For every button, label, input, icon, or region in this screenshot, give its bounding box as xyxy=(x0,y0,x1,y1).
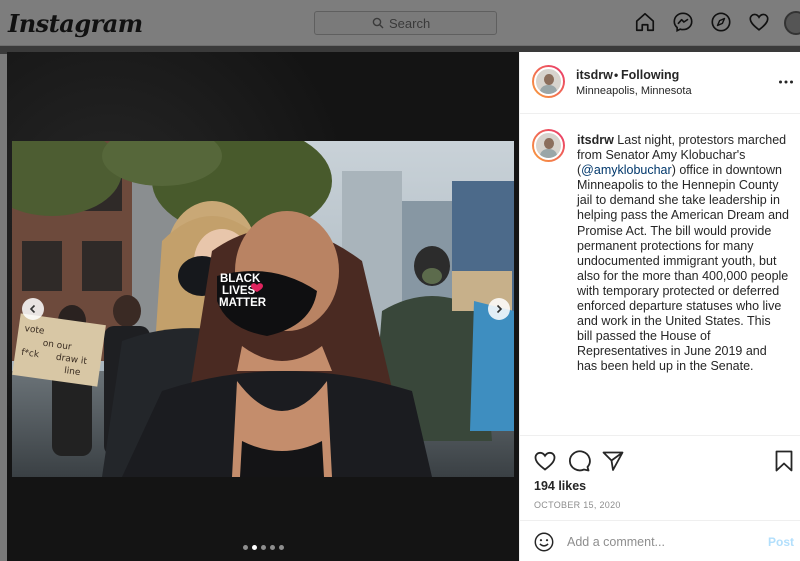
mask-text-line-1: BLACK xyxy=(220,273,261,285)
comment-input[interactable] xyxy=(567,532,757,552)
carousel-indicator xyxy=(243,545,284,550)
paper-plane-icon xyxy=(602,451,624,471)
comment-icon xyxy=(568,450,591,472)
share-button[interactable] xyxy=(601,449,625,473)
comments-section[interactable]: itsdrw Last night, protestors marched fr… xyxy=(520,115,800,435)
heart-icon[interactable] xyxy=(748,11,770,33)
previous-slide-button[interactable] xyxy=(22,298,44,320)
post-date[interactable]: OCTOBER 15, 2020 xyxy=(534,500,621,510)
post-photo[interactable]: vote on our f*ck draw it line BLACK LIVE… xyxy=(12,141,514,477)
caption-mention-link[interactable]: @amyklobuchar xyxy=(581,163,672,177)
post-caption: itsdrw Last night, protestors marched fr… xyxy=(577,133,789,375)
carousel-dot-active xyxy=(252,545,257,550)
comment-button[interactable] xyxy=(567,449,591,473)
carousel-dot xyxy=(270,545,275,550)
post-location[interactable]: Minneapolis, Minnesota xyxy=(576,85,692,97)
top-navigation: Instagram xyxy=(0,0,800,46)
explore-icon[interactable] xyxy=(710,11,732,33)
like-count[interactable]: 194 likes xyxy=(534,479,586,493)
author-avatar[interactable] xyxy=(532,65,565,98)
carousel-dot xyxy=(243,545,248,550)
add-comment-bar: Post xyxy=(520,520,800,561)
profile-avatar[interactable] xyxy=(784,11,800,35)
emoji-icon[interactable] xyxy=(533,531,555,553)
chevron-left-icon xyxy=(29,304,36,314)
search-input[interactable] xyxy=(389,15,439,31)
caption-text-end: ) office in downtown Minneapolis to the … xyxy=(577,163,789,374)
author-username[interactable]: itsdrw xyxy=(576,68,613,82)
mask-text-line-3: MATTER xyxy=(219,297,267,309)
protest-photo: vote on our f*ck draw it line BLACK LIVE… xyxy=(12,141,514,477)
heart-icon xyxy=(534,451,556,471)
post-side-panel: itsdrw • Following Minneapolis, Minnesot… xyxy=(519,52,800,561)
like-button[interactable] xyxy=(533,449,557,473)
following-button[interactable]: Following xyxy=(621,68,679,82)
post-comment-button[interactable]: Post xyxy=(768,535,794,549)
messenger-icon[interactable] xyxy=(672,11,694,33)
next-slide-button[interactable] xyxy=(488,298,510,320)
post-header: itsdrw • Following Minneapolis, Minnesot… xyxy=(520,52,800,114)
more-options-icon[interactable] xyxy=(778,74,794,90)
chevron-right-icon xyxy=(496,304,503,314)
follow-separator: • xyxy=(614,68,619,82)
carousel-dot xyxy=(279,545,284,550)
media-pane: vote on our f*ck draw it line BLACK LIVE… xyxy=(7,52,519,561)
caption-username[interactable]: itsdrw xyxy=(577,133,614,147)
carousel-dot xyxy=(261,545,266,550)
search-box[interactable] xyxy=(314,11,497,35)
caption-author-avatar[interactable] xyxy=(532,129,565,162)
search-icon xyxy=(372,17,384,29)
bookmark-icon xyxy=(775,450,793,472)
mask-text-line-2: LIVES xyxy=(222,285,256,297)
home-icon[interactable] xyxy=(634,11,656,33)
save-button[interactable] xyxy=(772,449,796,473)
instagram-logo[interactable]: Instagram xyxy=(8,9,143,38)
